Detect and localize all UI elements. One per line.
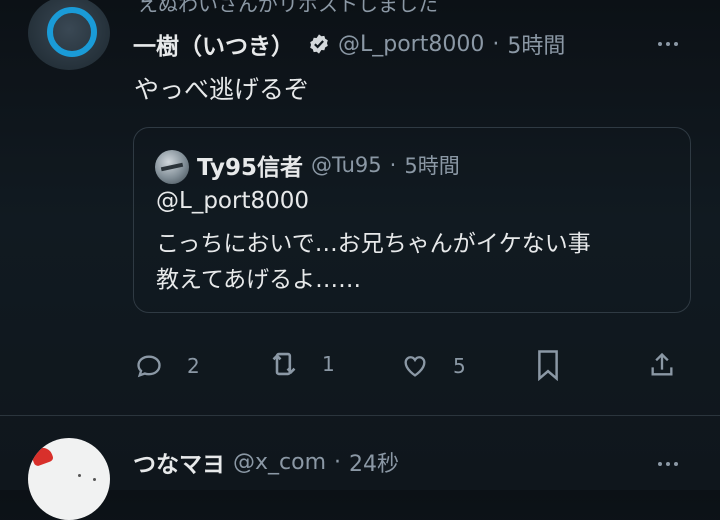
reply-icon <box>137 355 161 378</box>
like-button[interactable]: 5 <box>401 352 466 380</box>
repost-button[interactable]: 1 <box>270 350 335 378</box>
like-icon <box>404 356 426 377</box>
separator: · <box>334 449 342 475</box>
display-name[interactable]: 一樹（いつき） <box>133 27 294 61</box>
separator: · <box>389 153 397 177</box>
quote-text-line: こっちにおいで…お兄ちゃんがイケない事 <box>156 231 591 257</box>
plane-image <box>160 162 184 172</box>
tweet-author: つなマヨ @x_com · 24秒 <box>133 445 399 479</box>
repost-label[interactable]: えぬわいさんがリポストしました <box>138 0 438 17</box>
quote-avatar[interactable] <box>155 150 189 184</box>
avatar-logo <box>47 7 97 57</box>
quote-text-line: 教えてあげるよ…… <box>156 267 362 293</box>
divider <box>0 415 720 416</box>
quote-handle: @Tu95 <box>310 153 382 177</box>
bookmark-icon[interactable] <box>533 349 563 381</box>
handle[interactable]: @x_com <box>233 450 326 475</box>
quote-mention: @L_port8000 <box>156 188 309 214</box>
quote-display-name: Ty95信者 <box>197 155 303 181</box>
handle[interactable]: @L_port8000 <box>338 32 484 57</box>
tweet-author: 一樹（いつき） @L_port8000 · 5時間 <box>133 27 565 61</box>
reply-count: 2 <box>187 354 200 378</box>
repost-count: 1 <box>322 352 335 376</box>
avatar[interactable] <box>28 438 110 520</box>
santa-hat-image <box>29 445 55 467</box>
more-icon[interactable] <box>656 34 680 54</box>
like-count: 5 <box>453 354 466 378</box>
display-name[interactable]: つなマヨ <box>133 445 225 479</box>
share-icon[interactable] <box>648 351 676 379</box>
avatar[interactable] <box>28 0 110 70</box>
verified-icon <box>310 34 328 54</box>
timestamp[interactable]: 5時間 <box>507 28 565 60</box>
repost-icon <box>272 352 296 376</box>
timestamp[interactable]: 24秒 <box>349 446 399 478</box>
tweet-text: やっべ逃げるぞ <box>134 75 310 104</box>
more-icon[interactable] <box>656 454 680 474</box>
quote-author: Ty95信者 @Tu95 · 5時間 <box>197 148 460 182</box>
reply-button[interactable]: 2 <box>135 352 200 380</box>
separator: · <box>492 31 500 57</box>
quote-timestamp: 5時間 <box>404 154 460 178</box>
